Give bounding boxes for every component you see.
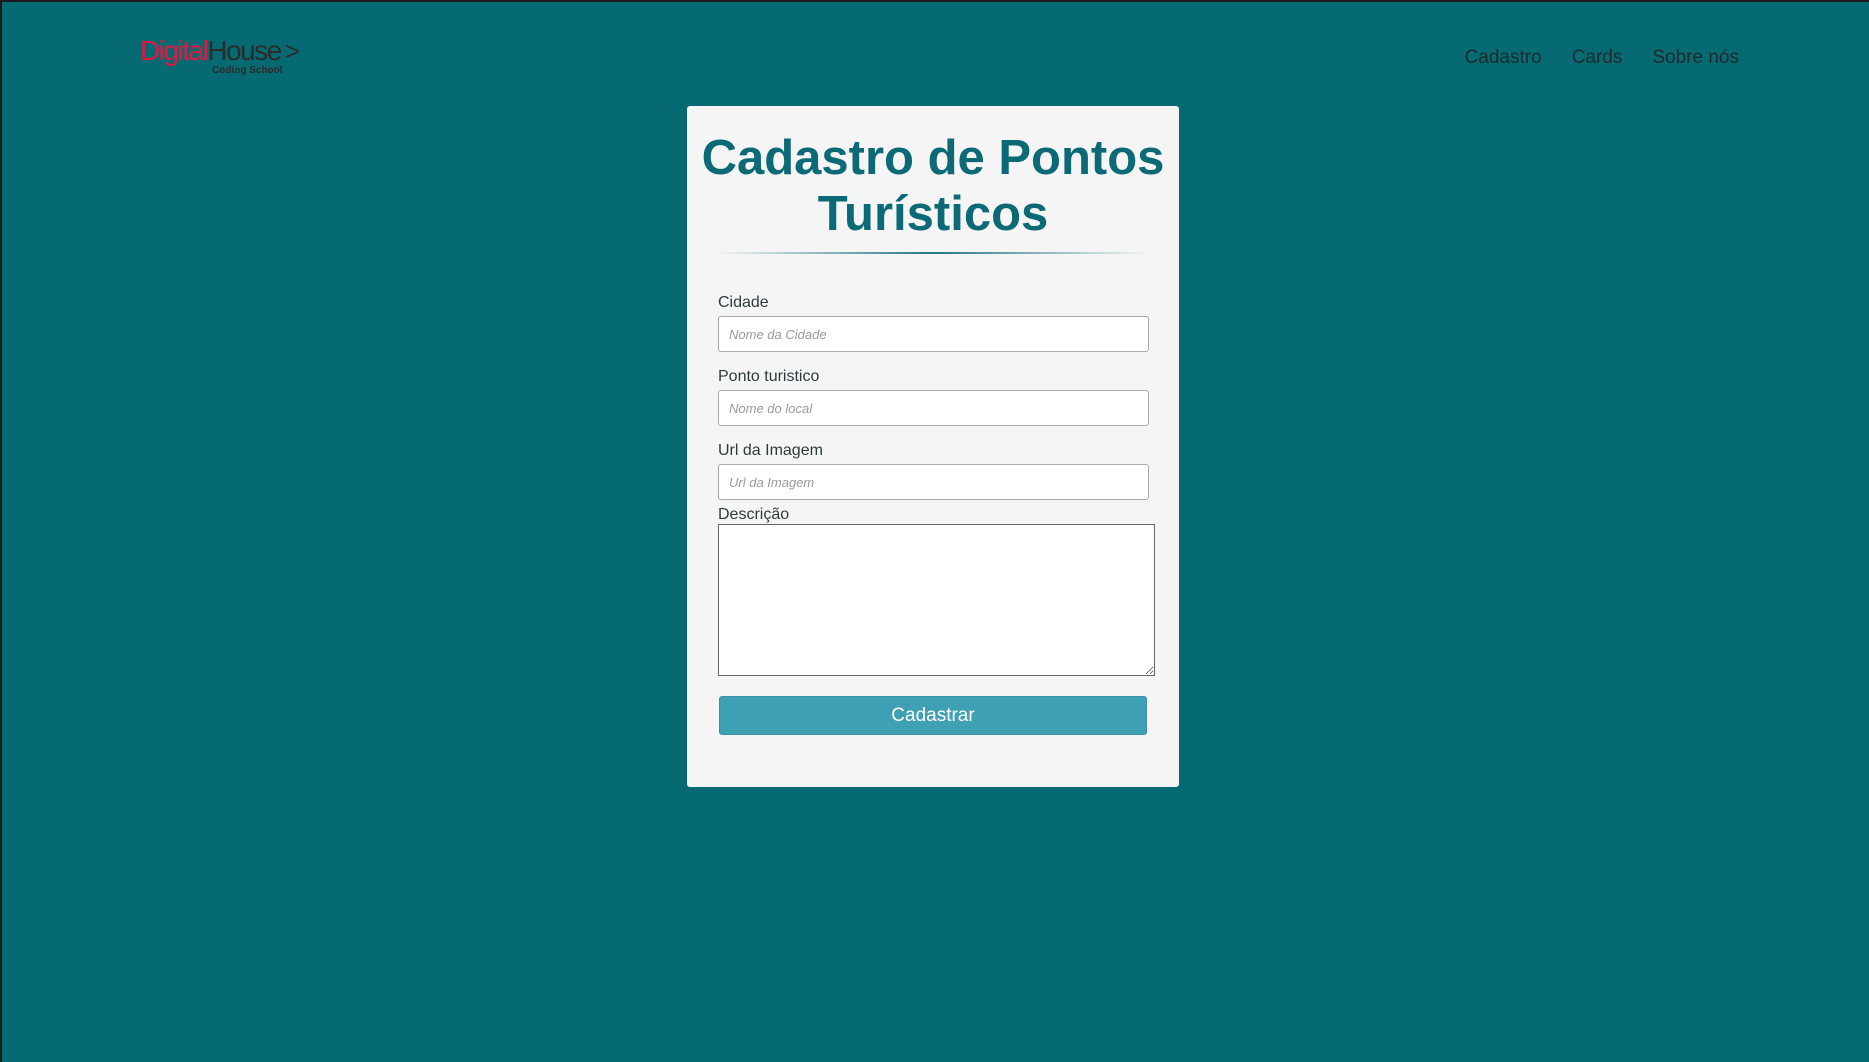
logo-subtitle: Coding School [212,65,283,76]
url-imagem-input[interactable] [718,464,1149,500]
logo-digital-text: Digital [140,35,209,66]
descricao-label: Descrição [718,506,790,523]
ponto-turistico-label: Ponto turistico [718,368,820,385]
main-nav: Cadastro Cards Sobre nós [1465,46,1739,70]
cadastrar-button[interactable]: Cadastrar [719,696,1147,735]
cidade-label: Cidade [718,294,769,311]
digital-house-logo[interactable]: DigitalHouse > Coding School [140,36,300,80]
form-title: Cadastro de Pontos Turísticos [701,131,1165,241]
title-divider [717,252,1149,254]
logo-wordmark: DigitalHouse > [140,35,300,67]
top-header: DigitalHouse > Coding School Cadastro Car… [2,2,1869,102]
nav-link-sobre-nos[interactable]: Sobre nós [1652,46,1739,70]
ponto-turistico-input[interactable] [718,390,1149,426]
nav-link-cadastro[interactable]: Cadastro [1465,46,1542,70]
registration-form-card: Cadastro de Pontos Turísticos Cidade Pon… [687,106,1179,787]
cidade-input[interactable] [718,316,1149,352]
logo-house-text: House [207,35,282,66]
url-imagem-label: Url da Imagem [718,442,823,459]
logo-arrow-icon: > [284,36,300,66]
descricao-textarea[interactable] [718,524,1155,676]
nav-link-cards[interactable]: Cards [1572,46,1623,70]
